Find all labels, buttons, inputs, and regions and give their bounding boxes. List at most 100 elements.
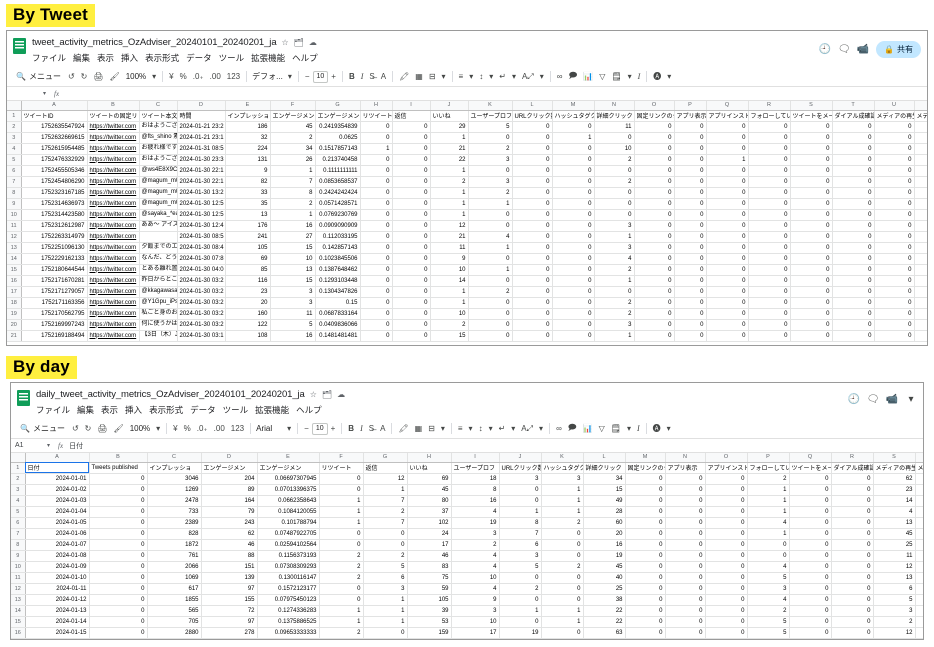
- cell-metric[interactable]: 0: [468, 209, 512, 220]
- cell-metric[interactable]: 0: [634, 187, 674, 198]
- cell-metric[interactable]: 0: [914, 198, 928, 209]
- cell-metric[interactable]: 60: [583, 517, 625, 528]
- cell-metric[interactable]: 0: [831, 572, 873, 583]
- cell-metric[interactable]: 4: [747, 594, 789, 605]
- cell-metric[interactable]: 0: [625, 473, 665, 484]
- header-cell[interactable]: アプリインスト: [705, 462, 747, 473]
- cell-metric[interactable]: 15: [270, 242, 315, 253]
- header-cell[interactable]: エンゲージメン: [315, 110, 360, 121]
- cell-time[interactable]: 2024-01-30 03:2: [177, 275, 225, 286]
- header-cell[interactable]: ツイートをメー: [789, 462, 831, 473]
- cell-metric[interactable]: 7: [363, 495, 407, 506]
- version-history-icon[interactable]: 🕘: [848, 393, 860, 405]
- cell-metric[interactable]: 0: [705, 550, 747, 561]
- cell-metric[interactable]: 4: [451, 561, 499, 572]
- cell-metric[interactable]: 0: [392, 209, 430, 220]
- cell-metric[interactable]: 7: [499, 528, 541, 539]
- merge-cells-icon[interactable]: ⊟: [426, 69, 439, 85]
- cell-metric[interactable]: 3: [915, 594, 924, 605]
- cell-metric[interactable]: 0: [594, 209, 634, 220]
- cell-tweet-text[interactable]: おはようございます 今日も張り切ってい: [139, 121, 177, 132]
- cell-metric[interactable]: 0: [665, 605, 705, 616]
- column-header-q[interactable]: Q: [789, 453, 831, 462]
- font-size-input[interactable]: 10: [312, 423, 328, 435]
- cell-date[interactable]: 2024-01-08: [25, 550, 89, 561]
- cell-metric[interactable]: 0: [319, 484, 363, 495]
- menu-format[interactable]: 表示形式: [149, 404, 183, 416]
- cell-metric[interactable]: 0: [392, 165, 430, 176]
- row-header[interactable]: 14: [11, 605, 25, 616]
- cell-metric[interactable]: 0: [874, 264, 914, 275]
- cell-tweet-permalink[interactable]: https://twitter.com: [87, 264, 139, 275]
- cell-metric[interactable]: 0: [874, 198, 914, 209]
- cell-metric[interactable]: 0: [832, 132, 874, 143]
- chevron-down-icon[interactable]: ▾: [285, 69, 295, 85]
- cell-metric[interactable]: 0: [748, 330, 790, 341]
- cell-metric[interactable]: 29: [430, 121, 468, 132]
- cell-metric[interactable]: 0: [392, 286, 430, 297]
- cell-metric[interactable]: 0: [832, 253, 874, 264]
- comment-history-icon[interactable]: 🗨: [867, 393, 879, 405]
- cell-metric[interactable]: 0: [392, 143, 430, 154]
- cell-metric[interactable]: 5: [873, 594, 915, 605]
- cell-metric[interactable]: 0: [914, 253, 928, 264]
- cell-metric[interactable]: 0: [89, 583, 147, 594]
- cell-metric[interactable]: 2: [319, 627, 363, 638]
- cell-metric[interactable]: 7: [363, 517, 407, 528]
- cell-time[interactable]: 2024-01-30 03:2: [177, 297, 225, 308]
- cell-metric[interactable]: 0.1304347826: [315, 286, 360, 297]
- cell-metric[interactable]: 0: [360, 253, 392, 264]
- cell-metric[interactable]: 10: [430, 308, 468, 319]
- cell-metric[interactable]: 2: [319, 561, 363, 572]
- cell-tweet-text[interactable]: お疲れ様です 🌙: [139, 143, 177, 154]
- cell-metric[interactable]: 0: [789, 594, 831, 605]
- cell-metric[interactable]: 0: [552, 231, 594, 242]
- chevron-down-icon[interactable]: ▾: [905, 393, 917, 405]
- cell-metric[interactable]: 0: [705, 572, 747, 583]
- column-header-i[interactable]: I: [392, 101, 430, 110]
- functions-icon[interactable]: 🗒: [608, 69, 624, 85]
- header-cell[interactable]: エンゲージメン: [257, 462, 319, 473]
- cell-metric[interactable]: 0: [874, 308, 914, 319]
- column-header-q[interactable]: Q: [706, 101, 748, 110]
- cell-metric[interactable]: 0: [392, 198, 430, 209]
- text-wrap-icon[interactable]: ↵: [496, 69, 509, 85]
- cell-metric[interactable]: 0: [790, 198, 832, 209]
- cell-metric[interactable]: 0: [832, 187, 874, 198]
- cell-metric[interactable]: 0: [468, 297, 512, 308]
- strikethrough-button[interactable]: S̶: [366, 421, 377, 437]
- cell-metric[interactable]: 16: [583, 539, 625, 550]
- chevron-down-icon[interactable]: ▾: [153, 421, 163, 437]
- cell-metric[interactable]: 0: [363, 528, 407, 539]
- cell-metric[interactable]: 0: [914, 165, 928, 176]
- cell-metric[interactable]: 0: [789, 638, 831, 640]
- cell-metric[interactable]: 3: [541, 473, 583, 484]
- cell-metric[interactable]: 17: [451, 627, 499, 638]
- cell-metric[interactable]: 0.0909090909: [315, 220, 360, 231]
- cell-metric[interactable]: 0: [874, 286, 914, 297]
- cell-tweet-permalink[interactable]: https://twitter.com: [87, 132, 139, 143]
- filter-icon[interactable]: ▽: [596, 69, 608, 85]
- cell-metric[interactable]: 0: [360, 220, 392, 231]
- cell-metric[interactable]: 0: [790, 165, 832, 176]
- header-cell[interactable]: ハッシュタグク: [541, 462, 583, 473]
- table-row[interactable]: 92024-01-080761880.115637319322464301900…: [11, 550, 924, 561]
- cell-metric[interactable]: 3: [468, 176, 512, 187]
- table-row[interactable]: 32024-01-0201269890.07013396375014580115…: [11, 484, 924, 495]
- cell-metric[interactable]: 0: [914, 209, 928, 220]
- chevron-down-icon[interactable]: ▾: [508, 421, 518, 437]
- menu-edit[interactable]: 編集: [73, 52, 90, 64]
- cell-metric[interactable]: 0: [634, 308, 674, 319]
- header-cell[interactable]: エンゲージメン: [270, 110, 315, 121]
- header-cell[interactable]: インプレッショ: [225, 110, 270, 121]
- cell-metric[interactable]: 0: [552, 209, 594, 220]
- cell-tweet-permalink[interactable]: https://twitter.com: [87, 176, 139, 187]
- cell-metric[interactable]: 0: [674, 165, 706, 176]
- menu-help[interactable]: ヘルプ: [292, 52, 318, 64]
- redo-icon[interactable]: ↻: [82, 421, 95, 437]
- cell-metric[interactable]: 9: [225, 165, 270, 176]
- header-cell[interactable]: アプリ表示: [674, 110, 706, 121]
- menu-extensions[interactable]: 拡張機能: [251, 52, 285, 64]
- header-cell[interactable]: ツイート本文: [139, 110, 177, 121]
- cell-metric[interactable]: 13: [873, 572, 915, 583]
